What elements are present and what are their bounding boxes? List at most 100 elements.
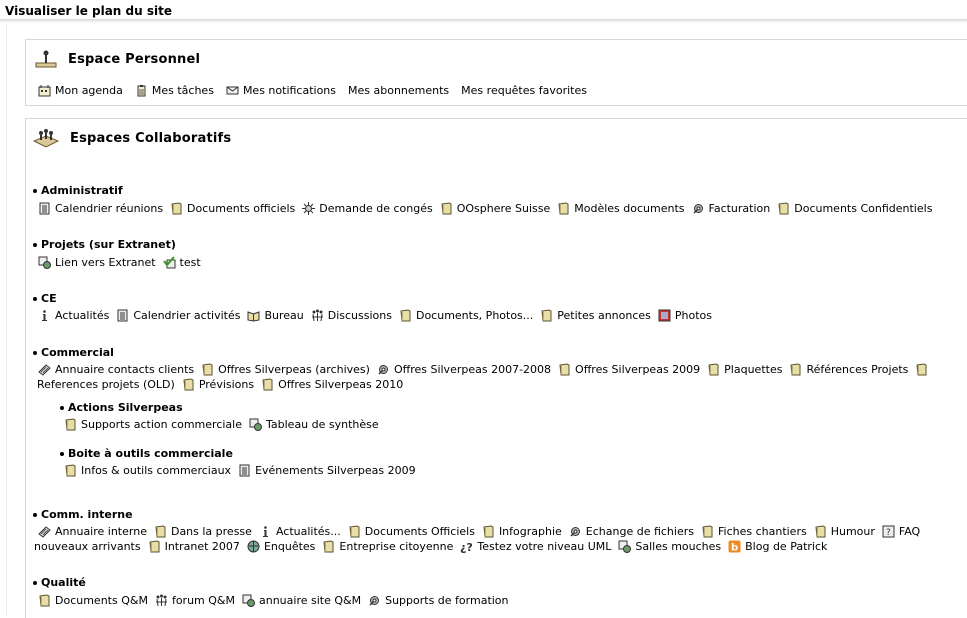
link-label: Intranet 2007 <box>164 540 240 553</box>
space-title-label: Boite à outils commerciale <box>68 447 233 460</box>
link-label: Annuaire interne <box>55 525 147 538</box>
component-link[interactable]: Références Projets <box>789 363 908 376</box>
component-link[interactable]: Demande de congés <box>302 202 433 215</box>
component-link[interactable]: Calendrier réunions <box>38 202 163 215</box>
space-title-label: Administratif <box>41 184 123 197</box>
link-label: Testez votre niveau UML <box>477 540 612 553</box>
component-link[interactable]: Dans la presse <box>154 525 252 538</box>
component-link[interactable]: Documents officiels <box>170 202 295 215</box>
component-link[interactable]: Tableau de synthèse <box>249 418 379 431</box>
svg-text:?: ? <box>886 528 891 538</box>
bullet-icon <box>60 451 64 456</box>
svg-text:b: b <box>731 543 738 554</box>
component-link[interactable]: Actualités <box>38 309 109 322</box>
calendar-icon <box>116 309 129 322</box>
component-link[interactable]: Evénements Silverpeas 2009 <box>238 464 416 477</box>
component-link[interactable]: Lien vers Extranet <box>38 256 156 269</box>
space-title[interactable]: Comm. interne <box>33 508 133 521</box>
web-link-icon <box>38 256 51 269</box>
component-link[interactable]: Prévisions <box>182 378 254 391</box>
link-label: Fiches chantiers <box>717 525 807 538</box>
component-link[interactable]: Offres Silverpeas 2010 <box>261 378 403 391</box>
component-link[interactable]: Offres Silverpeas 2009 <box>558 363 700 376</box>
link-label: Documents Officiels <box>364 525 475 538</box>
subspace-title[interactable]: Actions Silverpeas <box>60 401 183 414</box>
personal-link[interactable]: Mon agenda <box>38 84 123 97</box>
component-link[interactable]: Infographie <box>482 525 562 538</box>
link-label: Plaquettes <box>724 363 783 376</box>
personal-link[interactable]: Mes tâches <box>135 84 214 97</box>
link-label: Infos & outils commerciaux <box>81 464 232 477</box>
component-link[interactable]: Enquêtes <box>247 540 315 553</box>
component-link[interactable]: annuaire site Q&M <box>242 594 361 607</box>
link-label: Offres Silverpeas 2007-2008 <box>393 363 552 376</box>
info-icon <box>259 525 272 538</box>
component-link[interactable]: Salles mouches <box>618 540 721 553</box>
component-link[interactable]: Annuaire contacts clients <box>38 363 194 376</box>
blog-icon: b <box>728 540 741 554</box>
component-link[interactable]: Photos <box>658 309 712 322</box>
space-title-label: Comm. interne <box>41 508 133 521</box>
space-title[interactable]: Administratif <box>33 184 123 197</box>
space-title[interactable]: Commercial <box>33 346 114 359</box>
component-link[interactable]: Offres Silverpeas (archives) <box>201 363 370 376</box>
component-link[interactable]: Calendrier activités <box>116 309 240 322</box>
component-link[interactable]: Documents, Photos... <box>399 309 533 322</box>
component-link[interactable] <box>915 363 928 376</box>
component-link[interactable]: Intranet 2007 <box>148 540 240 553</box>
component-link[interactable]: nouveaux arrivants <box>34 540 141 553</box>
space-title[interactable]: Projets (sur Extranet) <box>33 238 176 251</box>
personal-space-icon <box>34 49 58 69</box>
component-link[interactable]: Facturation <box>692 202 770 215</box>
component-link[interactable]: Bureau <box>247 309 304 322</box>
title-divider <box>0 19 967 23</box>
directory-icon <box>38 525 51 538</box>
component-link[interactable]: Documents Q&M <box>38 594 148 607</box>
folder-icon <box>148 540 161 553</box>
component-links: Annuaire interne Dans la presse Actualités… <box>38 525 920 538</box>
component-link[interactable]: Documents Officiels <box>348 525 475 538</box>
component-link[interactable]: Supports action commerciale <box>64 418 242 431</box>
component-link[interactable]: Actualités... <box>259 525 341 538</box>
component-link[interactable]: Documents Confidentiels <box>777 202 932 215</box>
component-link[interactable]: Humour <box>814 525 875 538</box>
link-label: Demande de congés <box>319 202 433 215</box>
component-link[interactable]: References projets (OLD) <box>37 378 175 391</box>
personal-links: Mon agenda Mes tâches Mes notifications Mes… <box>38 84 587 97</box>
component-link[interactable]: Annuaire interne <box>38 525 147 538</box>
link-label: References projets (OLD) <box>37 378 175 391</box>
component-link[interactable]: Modèles documents <box>557 202 685 215</box>
space-title[interactable]: CE <box>33 292 57 305</box>
subspace-title[interactable]: Boite à outils commerciale <box>60 447 233 460</box>
component-link[interactable]: Supports de formation <box>368 594 509 607</box>
component-link[interactable]: Infos & outils commerciaux <box>64 464 231 477</box>
link-label: Modèles documents <box>574 202 685 215</box>
component-link[interactable]: Offres Silverpeas 2007-2008 <box>377 363 551 376</box>
space-title-label: Qualité <box>41 576 86 589</box>
personal-link[interactable]: Mes notifications <box>226 84 336 97</box>
component-link[interactable]: b Blog de Patrick <box>728 540 828 554</box>
component-link[interactable]: Plaquettes <box>707 363 782 376</box>
component-links: Annuaire contacts clients Offres Silverpe… <box>38 363 928 376</box>
component-link[interactable]: Entreprise citoyenne <box>322 540 453 553</box>
space-title[interactable]: Qualité <box>33 576 86 589</box>
folder-icon <box>399 309 412 322</box>
component-link[interactable]: Fiches chantiers <box>701 525 807 538</box>
personal-link[interactable]: Mes abonnements <box>348 84 449 97</box>
component-link[interactable]: Echange de fichiers <box>569 525 694 538</box>
calendar-icon <box>238 464 251 477</box>
component-link[interactable]: test <box>162 256 201 269</box>
component-link[interactable]: forum Q&M <box>155 594 235 607</box>
component-link[interactable]: OOsphere Suisse <box>440 202 550 215</box>
envelope-icon <box>226 84 239 97</box>
component-link[interactable]: Discussions <box>311 309 392 322</box>
link-label: forum Q&M <box>171 594 235 607</box>
component-link[interactable]: ¿? Testez votre niveau UML <box>460 540 612 554</box>
folder-icon <box>154 525 167 538</box>
component-links: Calendrier réunions Documents officiels De… <box>38 202 932 215</box>
component-link[interactable]: ? FAQ <box>882 525 920 538</box>
personal-link[interactable]: Mes requêtes favorites <box>461 84 587 97</box>
folder-icon <box>540 309 553 322</box>
link-label: Blog de Patrick <box>745 540 828 553</box>
component-link[interactable]: Petites annonces <box>540 309 651 322</box>
